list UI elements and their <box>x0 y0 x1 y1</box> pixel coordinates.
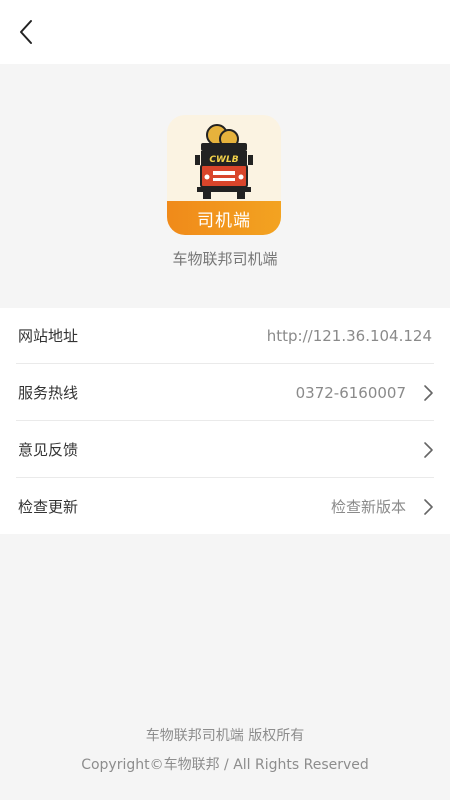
row-website: 网站地址 http://121.36.104.124 <box>0 308 450 364</box>
rights-line: Copyright©车物联邦 / All Rights Reserved <box>81 757 369 773</box>
hotline-number: 0372-6160007 <box>295 384 406 402</box>
copyright-line: 车物联邦司机端 版权所有 <box>145 728 305 744</box>
app-icon-label: 司机端 <box>167 201 281 235</box>
row-label: 意见反馈 <box>18 441 79 459</box>
chevron-right-icon <box>424 499 433 515</box>
row-service-hotline[interactable]: 服务热线 0372-6160007 <box>0 365 450 421</box>
divider <box>16 420 434 421</box>
chevron-right-icon <box>424 385 433 401</box>
divider <box>16 477 434 478</box>
app-icon: CWLB 司机端 <box>167 115 281 235</box>
update-status: 检查新版本 <box>330 498 406 516</box>
row-label: 网站地址 <box>18 327 79 345</box>
svg-text:CWLB: CWLB <box>209 155 238 165</box>
chevron-right-icon <box>424 442 433 458</box>
back-button[interactable] <box>8 14 44 50</box>
app-header: CWLB 司机端 车物联邦司机端 <box>0 64 450 308</box>
row-feedback[interactable]: 意见反馈 <box>0 422 450 478</box>
divider <box>16 363 434 364</box>
chevron-left-icon <box>20 20 32 44</box>
row-label: 服务热线 <box>18 384 79 402</box>
website-url: http://121.36.104.124 <box>266 327 432 345</box>
row-check-update[interactable]: 检查更新 检查新版本 <box>0 479 450 535</box>
row-label: 检查更新 <box>18 498 79 516</box>
truck-logo-icon: CWLB <box>195 124 253 199</box>
top-bar <box>0 0 450 64</box>
settings-list: 网站地址 http://121.36.104.124 服务热线 0372-616… <box>0 308 450 534</box>
app-name: 车物联邦司机端 <box>172 250 278 268</box>
